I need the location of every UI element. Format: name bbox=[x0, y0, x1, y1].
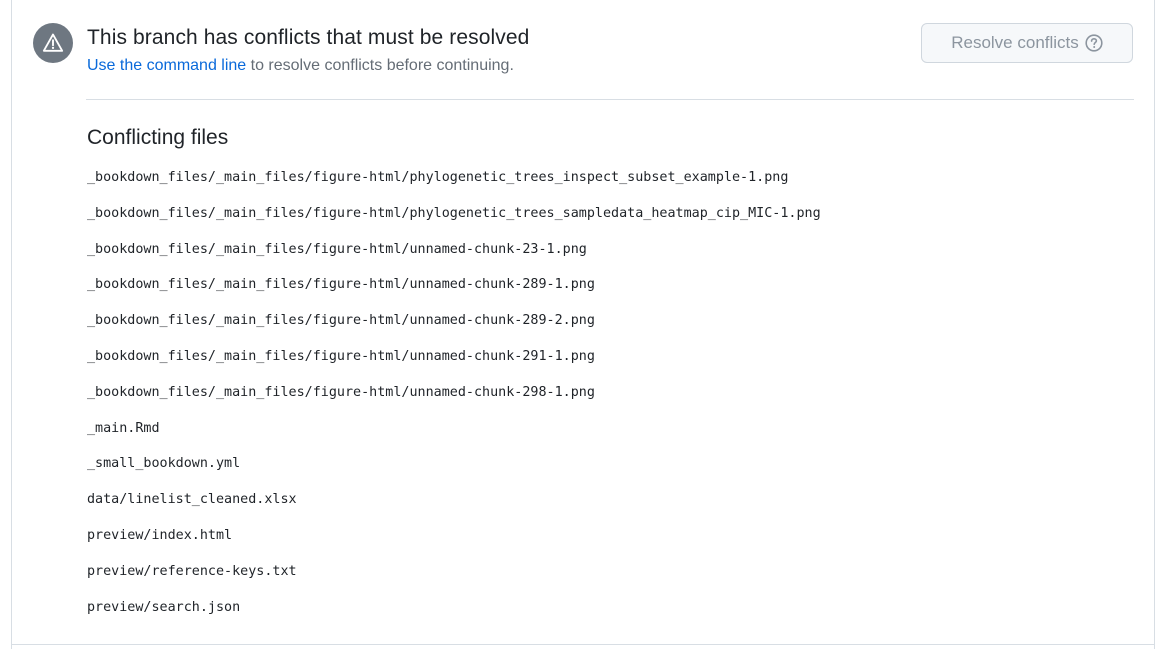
conflicting-file-item: _bookdown_files/_main_files/figure-html/… bbox=[87, 348, 595, 364]
alert-triangle-icon bbox=[33, 23, 73, 63]
conflicting-file-item: _bookdown_files/_main_files/figure-html/… bbox=[87, 277, 595, 293]
conflicting-file-item: _main.Rmd bbox=[87, 420, 160, 436]
conflicting-file-item: _bookdown_files/_main_files/figure-html/… bbox=[87, 241, 587, 257]
merge-status-title: This branch has conflicts that must be r… bbox=[87, 26, 530, 49]
conflicting-file-item: _bookdown_files/_main_files/figure-html/… bbox=[87, 170, 789, 185]
conflicting-file-item: data/linelist_cleaned.xlsx bbox=[87, 492, 297, 508]
resolve-conflicts-button[interactable]: Resolve conflicts bbox=[921, 23, 1133, 63]
merge-status-panel: This branch has conflicts that must be r… bbox=[11, 0, 1155, 649]
panel-bottom-border bbox=[12, 644, 1154, 645]
conflicting-file-item: _bookdown_files/_main_files/figure-html/… bbox=[87, 205, 821, 221]
subtitle-text: to resolve conflicts before continuing. bbox=[246, 57, 514, 74]
conflicting-file-item: preview/index.html bbox=[87, 527, 233, 543]
merge-status-subtitle: Use the command line to resolve conflict… bbox=[87, 57, 514, 75]
resolve-conflicts-label: Resolve conflicts bbox=[951, 33, 1079, 52]
conflicting-file-item: preview/reference-keys.txt bbox=[87, 563, 297, 579]
section-divider bbox=[86, 99, 1134, 100]
question-circle-icon[interactable] bbox=[1085, 34, 1103, 52]
conflicting-file-item: _bookdown_files/_main_files/figure-html/… bbox=[87, 384, 595, 400]
conflicting-file-item: _bookdown_files/_main_files/figure-html/… bbox=[87, 313, 595, 329]
command-line-link[interactable]: Use the command line bbox=[87, 57, 246, 74]
conflicting-files-list: _bookdown_files/_main_files/figure-html/… bbox=[87, 168, 821, 633]
conflicting-files-heading: Conflicting files bbox=[87, 126, 229, 149]
conflicting-file-item: preview/search.json bbox=[87, 599, 241, 615]
conflicting-file-item: _small_bookdown.yml bbox=[87, 456, 241, 472]
